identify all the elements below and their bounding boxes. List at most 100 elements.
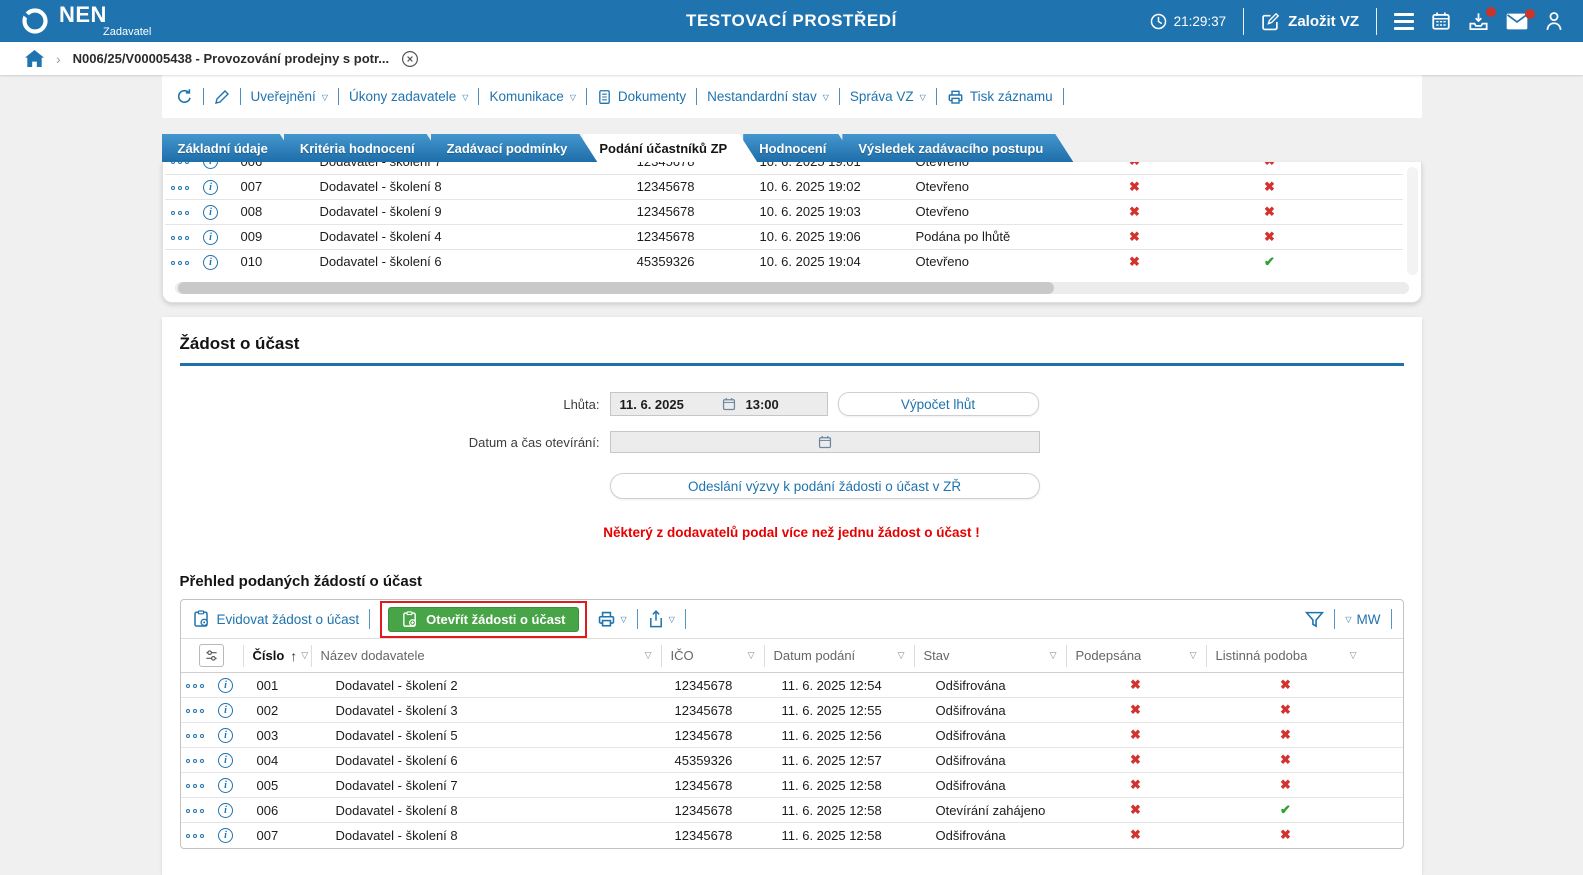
tab-hodnoceni[interactable]: Hodnocení [743, 134, 856, 162]
column-header-podepsana[interactable]: Podepsána ▽ [1065, 644, 1206, 667]
otevrit-zadosti-button[interactable]: Otevřít žádosti o účast [388, 606, 579, 632]
nen-logo[interactable]: NEN Zadavatel [20, 4, 151, 38]
table-row[interactable]: i 007 Dodavatel - školení 8 12345678 10.… [164, 173, 1403, 199]
inbox-download-icon[interactable] [1468, 6, 1496, 32]
column-header-nazev[interactable]: Název dodavatele ▽ [310, 644, 661, 667]
table-row[interactable]: i 007 Dodavatel - školení 8 12345678 11.… [180, 822, 1403, 848]
toolbar-item-dokumenty[interactable]: Dokumenty [597, 89, 686, 105]
toolbar-item-uverejneni[interactable]: Uveřejnění ▽ [251, 89, 328, 104]
toolbar-item-komunikace[interactable]: Komunikace ▽ [489, 89, 575, 104]
tab-zakladni-udaje[interactable]: Základní údaje [162, 134, 298, 162]
info-icon[interactable]: i [218, 753, 233, 769]
cell-datum-podani: 11. 6. 2025 12:58 [763, 772, 914, 798]
info-icon[interactable]: i [218, 678, 233, 694]
edit-button[interactable] [214, 89, 230, 105]
close-tab-icon[interactable] [401, 50, 419, 68]
row-menu-icon[interactable] [170, 260, 189, 265]
clock-icon [1150, 13, 1167, 30]
cell-nazev-dodavatele: Dodavatel - školení 4 [294, 223, 635, 249]
info-icon[interactable]: i [203, 229, 218, 245]
info-icon[interactable]: i [203, 204, 218, 220]
vypocet-lhut-button[interactable]: Výpočet lhůt [837, 392, 1039, 416]
toolbar-item-nestandardni-stav[interactable]: Nestandardní stav ▽ [707, 89, 829, 104]
tab-zadavaci-podminky[interactable]: Zadávací podmínky [431, 134, 598, 162]
column-header-cislo[interactable]: Číslo ↑ ▽ [242, 644, 311, 667]
row-menu-icon[interactable] [170, 185, 189, 190]
column-header-ico[interactable]: IČO ▽ [660, 644, 764, 667]
row-menu-icon[interactable] [185, 684, 204, 689]
filter-caret-icon[interactable]: ▽ [645, 650, 652, 661]
row-menu-icon[interactable] [170, 162, 189, 165]
horizontal-scrollbar[interactable] [174, 282, 1409, 294]
column-settings-icon[interactable] [199, 644, 224, 667]
column-header-listinna[interactable]: Listinná podoba ▽ [1205, 644, 1366, 667]
cell-ico: 12345678 [634, 223, 735, 249]
user-icon[interactable] [1545, 11, 1563, 31]
table-row[interactable]: i 008 Dodavatel - školení 9 12345678 10.… [164, 198, 1403, 224]
breadcrumb-item[interactable]: N006/25/V00005438 - Provozování prodejny… [73, 51, 389, 66]
home-icon[interactable] [25, 50, 44, 67]
column-header-datum[interactable]: Datum podání ▽ [763, 644, 914, 667]
table-row[interactable]: i 010 Dodavatel - školení 6 45359326 10.… [164, 248, 1403, 274]
info-icon[interactable]: i [218, 828, 233, 844]
info-icon[interactable]: i [203, 179, 218, 195]
row-menu-icon[interactable] [185, 809, 204, 814]
row-menu-icon[interactable] [185, 784, 204, 789]
info-icon[interactable]: i [218, 778, 233, 794]
row-menu-icon[interactable] [185, 709, 204, 714]
cell-listinna-podoba: ✔ [1205, 797, 1366, 823]
filter-caret-icon[interactable]: ▽ [1050, 650, 1057, 661]
info-icon[interactable]: i [203, 254, 218, 270]
calendar-icon[interactable] [722, 397, 736, 411]
table-row[interactable]: i 002 Dodavatel - školení 3 12345678 11.… [180, 697, 1403, 723]
row-menu-icon[interactable] [170, 210, 189, 215]
lhuta-label: Lhůta: [563, 396, 600, 412]
info-icon[interactable]: i [218, 703, 233, 719]
tab-podani-ucastniku-zp[interactable]: Podání účastníků ZP [583, 134, 757, 162]
row-menu-icon[interactable] [185, 834, 204, 839]
table-row[interactable]: i 006 Dodavatel - školení 8 12345678 11.… [180, 797, 1403, 823]
table-row[interactable]: i 004 Dodavatel - školení 6 45359326 11.… [180, 747, 1403, 773]
calendar-icon[interactable] [1431, 11, 1451, 31]
table-row[interactable]: i 001 Dodavatel - školení 2 12345678 11.… [180, 672, 1403, 698]
info-icon[interactable]: i [218, 728, 233, 744]
toolbar-item-tisk-zaznamu[interactable]: Tisk záznamu [947, 89, 1053, 105]
print-grid-button[interactable]: ▽ [597, 610, 627, 628]
tab-vysledek-zadavaciho-postupu[interactable]: Výsledek zadávacího postupu [842, 134, 1073, 162]
table-row[interactable]: i 003 Dodavatel - školení 5 12345678 11.… [180, 722, 1403, 748]
row-menu-icon[interactable] [185, 734, 204, 739]
refresh-button[interactable] [176, 88, 193, 105]
tab-kriteria-hodnoceni[interactable]: Kritéria hodnocení [284, 134, 445, 162]
menu-icon[interactable] [1394, 12, 1414, 30]
table-row[interactable]: i 005 Dodavatel - školení 7 12345678 11.… [180, 772, 1403, 798]
info-icon[interactable]: i [218, 803, 233, 819]
filter-caret-icon[interactable]: ▽ [301, 650, 308, 661]
calendar-icon[interactable] [818, 435, 832, 449]
toolbar-item-sprava-vz[interactable]: Správa VZ ▽ [850, 89, 926, 104]
filter-caret-icon[interactable]: ▽ [748, 650, 755, 661]
odeslani-vyzvy-button[interactable]: Odeslání výzvy k podání žádosti o účast … [609, 473, 1040, 499]
filter-caret-icon[interactable]: ▽ [1350, 650, 1357, 661]
table-row[interactable]: i 006 Dodavatel - školení 7 12345678 10.… [165, 162, 1403, 174]
column-header-stav[interactable]: Stav ▽ [913, 644, 1066, 667]
export-grid-button[interactable]: ▽ [648, 610, 675, 628]
info-icon[interactable]: i [203, 162, 218, 170]
view-selector[interactable]: ▽ MW [1345, 612, 1380, 627]
filter-button[interactable] [1305, 611, 1325, 628]
evidovat-zadost-button[interactable]: Evidovat žádost o účast [192, 610, 359, 628]
lhuta-time-value[interactable]: 13:00 [746, 397, 779, 412]
lhuta-date-value[interactable]: 11. 6. 2025 [620, 397, 712, 412]
row-menu-icon[interactable] [170, 235, 189, 240]
row-menu-icon[interactable] [185, 759, 204, 764]
table-row[interactable]: i 009 Dodavatel - školení 4 12345678 10.… [164, 223, 1403, 249]
mail-icon[interactable] [1506, 8, 1535, 30]
session-clock: 21:29:37 [1150, 13, 1226, 30]
vertical-scrollbar[interactable] [1406, 167, 1418, 275]
filter-caret-icon[interactable]: ▽ [1190, 650, 1197, 661]
toolbar-item-ukony-zadavatele[interactable]: Úkony zadavatele ▽ [349, 89, 468, 104]
scrollbar-thumb[interactable] [177, 282, 1054, 294]
create-vz-button[interactable]: Založit VZ [1261, 12, 1359, 31]
datum-otevirani-field[interactable] [609, 431, 1040, 453]
lhuta-field[interactable]: 11. 6. 2025 13:00 [609, 392, 828, 416]
filter-caret-icon[interactable]: ▽ [898, 650, 905, 661]
